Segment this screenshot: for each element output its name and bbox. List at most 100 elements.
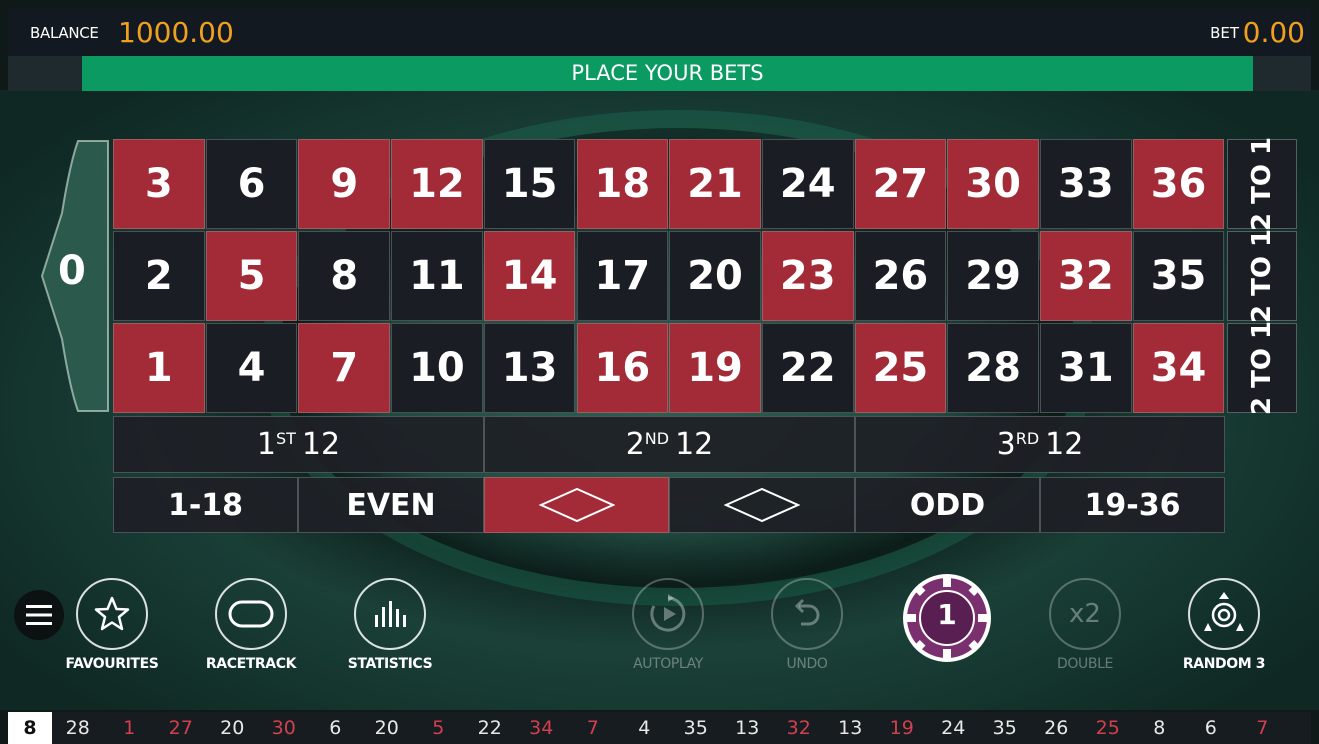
history-result: 8 xyxy=(1153,717,1166,739)
number-cell[interactable]: 2 xyxy=(113,231,205,321)
black-diamond-icon xyxy=(724,487,800,523)
history-result: 4 xyxy=(638,717,651,739)
number-cell[interactable]: 36 xyxy=(1132,139,1225,229)
zero-label: 0 xyxy=(58,248,86,294)
bar-chart-icon xyxy=(375,601,406,627)
statistics-button[interactable] xyxy=(354,578,426,650)
number-cell[interactable]: 21 xyxy=(669,139,761,229)
favourites-button[interactable] xyxy=(76,578,148,650)
status-banner: PLACE YOUR BETS xyxy=(82,56,1253,91)
dozen-twelve: 12 xyxy=(1045,427,1084,462)
number-cell[interactable]: 31 xyxy=(1040,323,1132,413)
dozen-number: 1 xyxy=(256,427,276,462)
number-cell[interactable]: 27 xyxy=(854,139,947,229)
double-button[interactable]: x2 xyxy=(1049,578,1121,650)
number-cell[interactable]: 9 xyxy=(298,139,391,229)
number-cell[interactable]: 23 xyxy=(761,231,854,321)
bet-odd[interactable]: ODD xyxy=(855,477,1040,533)
number-cell[interactable]: 25 xyxy=(854,323,947,413)
autoplay-button[interactable] xyxy=(632,578,704,650)
bet-red[interactable] xyxy=(484,477,669,533)
history-result: 6 xyxy=(329,717,342,739)
dozen-twelve: 12 xyxy=(675,427,714,462)
hamburger-icon xyxy=(26,605,52,625)
autoplay-label: AUTOPLAY xyxy=(633,656,703,672)
history-result: 1 xyxy=(123,717,136,739)
undo-icon xyxy=(794,598,820,626)
red-diamond-icon xyxy=(538,487,615,523)
history-result: 35 xyxy=(683,717,708,739)
number-cell[interactable]: 28 xyxy=(947,323,1039,413)
number-cell[interactable]: 32 xyxy=(1040,231,1132,321)
random-bet-button[interactable] xyxy=(1188,578,1260,650)
number-cell[interactable]: 30 xyxy=(947,139,1039,229)
number-cell[interactable]: 7 xyxy=(298,323,391,413)
dozen-second[interactable]: 2 ND 12 xyxy=(484,416,855,473)
number-cell[interactable]: 10 xyxy=(391,323,483,413)
history-result: 13 xyxy=(838,717,863,739)
column-bet-label: 2 TO 1 xyxy=(1247,320,1277,416)
dozen-ordinal: RD xyxy=(1015,429,1040,448)
bet-value: 0.00 xyxy=(1242,16,1305,49)
history-result: 30 xyxy=(271,717,296,739)
results-history: 8 28 1 27 20 30 6 20 5 22 34 7 4 35 13 32 13 19 24 35 26 25 8 6… xyxy=(8,712,1311,744)
dozen-first[interactable]: 1 ST 12 xyxy=(113,416,484,473)
number-cell[interactable]: 15 xyxy=(483,139,576,229)
number-cell[interactable]: 26 xyxy=(854,231,947,321)
bet-low[interactable]: 1-18 xyxy=(113,477,298,533)
history-latest-result: 8 xyxy=(8,712,52,744)
column-bet-top[interactable]: 2 TO 1 xyxy=(1227,137,1297,231)
racetrack-button[interactable] xyxy=(215,578,287,650)
statistics-label: STATISTICS xyxy=(347,656,433,672)
history-result: 25 xyxy=(1095,717,1120,739)
undo-label: UNDO xyxy=(786,656,828,672)
number-cell[interactable]: 22 xyxy=(761,323,854,413)
number-cell[interactable]: 19 xyxy=(669,323,761,413)
number-cell[interactable]: 12 xyxy=(391,139,483,229)
number-cell[interactable]: 29 xyxy=(947,231,1039,321)
history-result: 27 xyxy=(168,717,193,739)
undo-button[interactable] xyxy=(771,578,843,650)
racetrack-label: RACETRACK xyxy=(205,656,297,672)
number-cell[interactable]: 5 xyxy=(205,231,298,321)
number-cell[interactable]: 17 xyxy=(576,231,669,321)
number-cell[interactable]: 18 xyxy=(576,139,669,229)
menu-button[interactable] xyxy=(14,590,64,640)
top-bar: BALANCE 1000.00 BET 0.00 xyxy=(8,8,1311,56)
number-cell[interactable]: 33 xyxy=(1040,139,1132,229)
column-bet-middle[interactable]: 2 TO 1 xyxy=(1227,229,1297,323)
history-result: 19 xyxy=(889,717,914,739)
number-cell[interactable]: 4 xyxy=(205,323,298,413)
number-cell[interactable]: 24 xyxy=(761,139,854,229)
number-cell[interactable]: 20 xyxy=(669,231,761,321)
number-cell[interactable]: 3 xyxy=(113,139,205,229)
bet-even[interactable]: EVEN xyxy=(298,477,484,533)
balance-label: BALANCE xyxy=(30,24,99,42)
random-icon xyxy=(1204,592,1244,631)
number-cell[interactable]: 11 xyxy=(391,231,483,321)
number-cell[interactable]: 16 xyxy=(576,323,669,413)
status-side-left xyxy=(8,56,82,91)
history-result: 32 xyxy=(786,717,811,739)
column-bet-bottom[interactable]: 2 TO 1 xyxy=(1227,320,1297,416)
number-cell[interactable]: 8 xyxy=(298,231,391,321)
number-cell[interactable]: 35 xyxy=(1132,231,1225,321)
chip-value: 1 xyxy=(937,598,957,631)
number-cell[interactable]: 34 xyxy=(1132,323,1225,413)
number-cell[interactable]: 13 xyxy=(483,323,576,413)
bet-black[interactable] xyxy=(669,477,855,533)
bet-high[interactable]: 19-36 xyxy=(1040,477,1225,533)
history-result: 24 xyxy=(941,717,966,739)
history-result: 22 xyxy=(477,717,502,739)
dozen-third[interactable]: 3 RD 12 xyxy=(855,416,1225,473)
number-cell[interactable]: 6 xyxy=(205,139,298,229)
double-x2-icon: x2 xyxy=(1069,599,1101,629)
dozen-ordinal: ST xyxy=(275,429,296,448)
status-side-right xyxy=(1253,56,1311,91)
favourites-label: FAVOURITES xyxy=(65,656,159,672)
random-label: RANDOM 3 xyxy=(1182,656,1266,672)
history-result: 20 xyxy=(374,717,399,739)
history-result: 28 xyxy=(65,717,90,739)
number-cell[interactable]: 14 xyxy=(483,231,576,321)
number-cell[interactable]: 1 xyxy=(113,323,205,413)
